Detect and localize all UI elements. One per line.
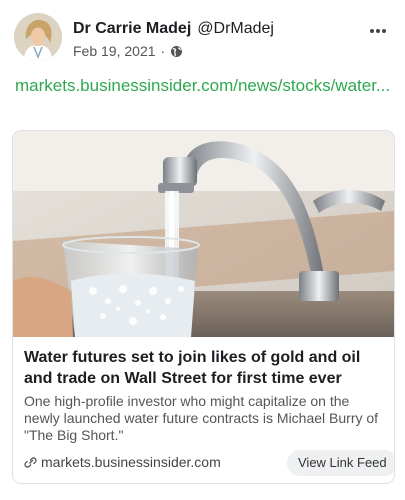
author-line: Dr Carrie Madej @DrMadej xyxy=(73,20,274,38)
card-title[interactable]: Water futures set to join likes of gold … xyxy=(24,347,384,389)
post-header: Dr Carrie Madej @DrMadej Feb 19, 2021 · xyxy=(0,0,405,70)
avatar[interactable] xyxy=(14,13,62,61)
card-footer: markets.businessinsider.com View Link Fe… xyxy=(24,450,394,476)
meta-separator: · xyxy=(160,43,166,59)
more-options-icon[interactable] xyxy=(370,20,390,36)
author-handle[interactable]: @DrMadej xyxy=(197,20,274,37)
card-description: One high-profile investor who might capi… xyxy=(24,393,379,443)
link-preview-card[interactable]: Water futures set to join likes of gold … xyxy=(12,130,395,484)
card-domain[interactable]: markets.businessinsider.com xyxy=(41,454,221,470)
author-name[interactable]: Dr Carrie Madej xyxy=(73,20,191,37)
view-link-feed-button[interactable]: View Link Feed xyxy=(287,450,394,476)
post-meta: Feb 19, 2021 · xyxy=(73,43,183,59)
post-link[interactable]: markets.businessinsider.com/news/stocks/… xyxy=(15,74,393,98)
link-icon xyxy=(24,456,37,469)
globe-icon xyxy=(170,45,183,58)
water-glass-faucet-image[interactable] xyxy=(13,131,394,337)
post-date[interactable]: Feb 19, 2021 xyxy=(73,43,156,59)
